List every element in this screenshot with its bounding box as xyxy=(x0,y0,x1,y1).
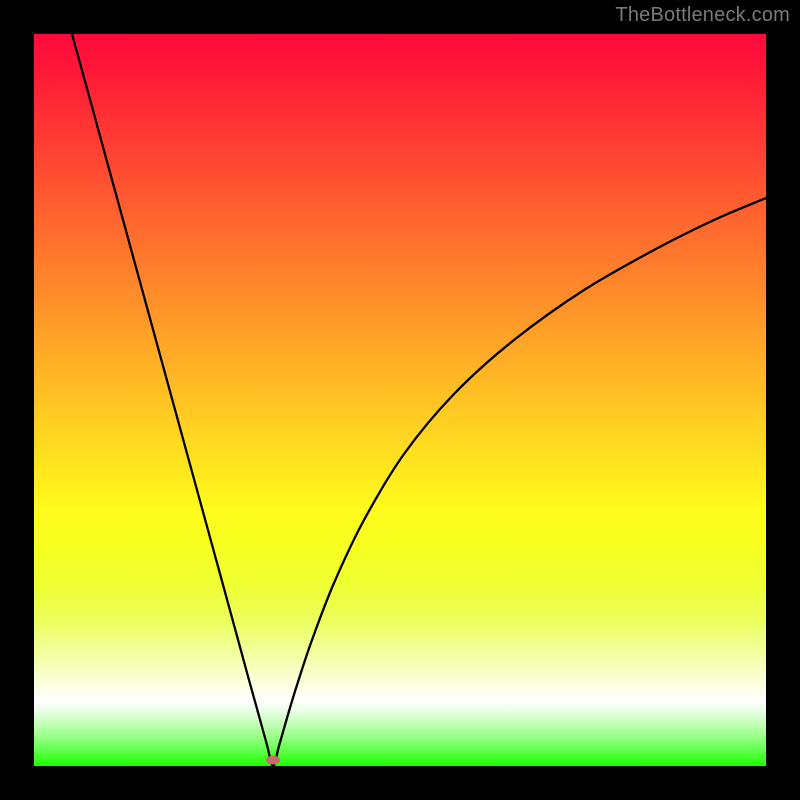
curve-path xyxy=(72,34,766,766)
watermark-text: TheBottleneck.com xyxy=(615,4,790,27)
chart-frame: TheBottleneck.com xyxy=(0,0,800,800)
optimal-marker xyxy=(266,756,280,765)
bottleneck-curve xyxy=(34,34,766,766)
plot-area xyxy=(34,34,766,766)
